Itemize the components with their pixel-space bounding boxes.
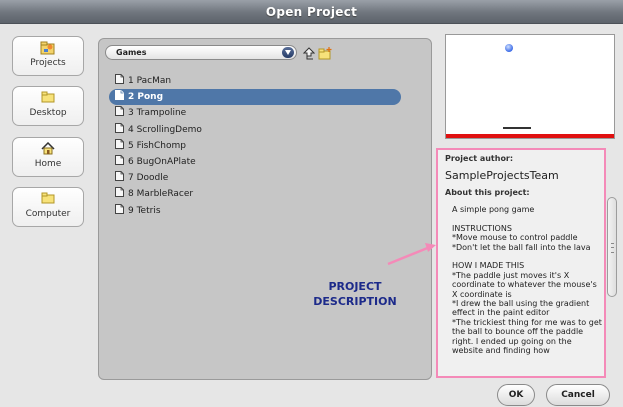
document-icon (115, 138, 124, 149)
document-icon (115, 203, 124, 214)
project-notes: A simple pong game INSTRUCTIONS *Move mo… (452, 205, 602, 356)
document-icon (115, 90, 124, 101)
annotation-line-2: DESCRIPTION (313, 295, 397, 308)
scroll-thumb[interactable] (607, 197, 617, 297)
author-label: Project author: (445, 154, 514, 163)
dialog-body: Projects Desktop Home Computer Games 1 P… (0, 24, 623, 407)
place-projects-button[interactable]: Projects (12, 36, 84, 76)
file-item[interactable]: 5 FishChomp (109, 138, 401, 154)
folder-icon (13, 91, 83, 107)
pong-paddle (503, 127, 531, 129)
file-item-label: 9 Tetris (128, 205, 161, 216)
file-item-label: 7 Doodle (128, 173, 169, 184)
notes-scrollbar[interactable] (607, 197, 617, 377)
place-desktop-button[interactable]: Desktop (12, 86, 84, 126)
file-item-label: 5 FishChomp (128, 140, 186, 151)
new-folder-button[interactable] (318, 47, 332, 60)
new-folder-icon (318, 47, 332, 60)
file-item-label: 8 MarbleRacer (128, 189, 194, 200)
place-label: Home (34, 159, 62, 169)
file-list: 1 PacMan 2 Pong 3 Trampoline 4 ScrollingDem… (109, 73, 401, 219)
grip-icon (611, 243, 614, 253)
file-item-label: 4 ScrollingDemo (128, 124, 202, 135)
project-thumbnail (445, 34, 615, 139)
document-icon (115, 106, 124, 117)
document-icon (115, 171, 124, 182)
annotation-line-1: PROJECT (328, 280, 382, 293)
file-item[interactable]: 1 PacMan (109, 73, 401, 89)
place-home-button[interactable]: Home (12, 137, 84, 177)
dialog-title: Open Project (0, 0, 623, 24)
file-item[interactable]: 9 Tetris (109, 203, 401, 219)
folder-select[interactable]: Games (105, 45, 297, 60)
place-label: Projects (30, 58, 66, 68)
document-icon (115, 122, 124, 133)
file-item[interactable]: 4 ScrollingDemo (109, 122, 401, 138)
place-label: Computer (25, 209, 71, 219)
projects-icon (13, 41, 83, 57)
file-item[interactable]: 2 Pong (109, 89, 401, 106)
place-label: Desktop (29, 108, 67, 118)
lava-strip (446, 134, 614, 138)
document-icon (115, 74, 124, 84)
project-info-panel: Project author: SampleProjectsTeam About… (436, 148, 606, 378)
document-icon (115, 187, 124, 198)
ok-button[interactable]: OK (497, 384, 535, 406)
folder-icon (13, 192, 83, 208)
file-browser: Games 1 PacMan 2 Pong 3 Trampoline 4 Scroll… (98, 38, 432, 380)
home-icon (13, 141, 83, 158)
file-item-label: 1 PacMan (128, 76, 172, 86)
document-icon (115, 154, 124, 165)
file-item-label: 2 Pong (128, 92, 164, 103)
file-item[interactable]: 6 BugOnAPlate (109, 154, 401, 170)
file-item[interactable]: 8 MarbleRacer (109, 186, 401, 202)
file-item[interactable]: 3 Trampoline (109, 105, 401, 121)
up-arrow-icon (302, 47, 316, 60)
parent-folder-button[interactable] (302, 47, 316, 60)
file-item-label: 3 Trampoline (128, 108, 187, 119)
about-label: About this project: (445, 188, 530, 197)
annotation-label: PROJECT DESCRIPTION (300, 279, 410, 309)
cancel-button[interactable]: Cancel (546, 384, 610, 406)
file-item[interactable]: 7 Doodle (109, 170, 401, 186)
place-computer-button[interactable]: Computer (12, 187, 84, 227)
file-item-label: 6 BugOnAPlate (128, 156, 196, 167)
author-name: SampleProjectsTeam (445, 169, 559, 182)
chevron-down-icon[interactable] (282, 47, 294, 58)
pong-ball (505, 44, 513, 52)
folder-select-value: Games (116, 48, 147, 57)
